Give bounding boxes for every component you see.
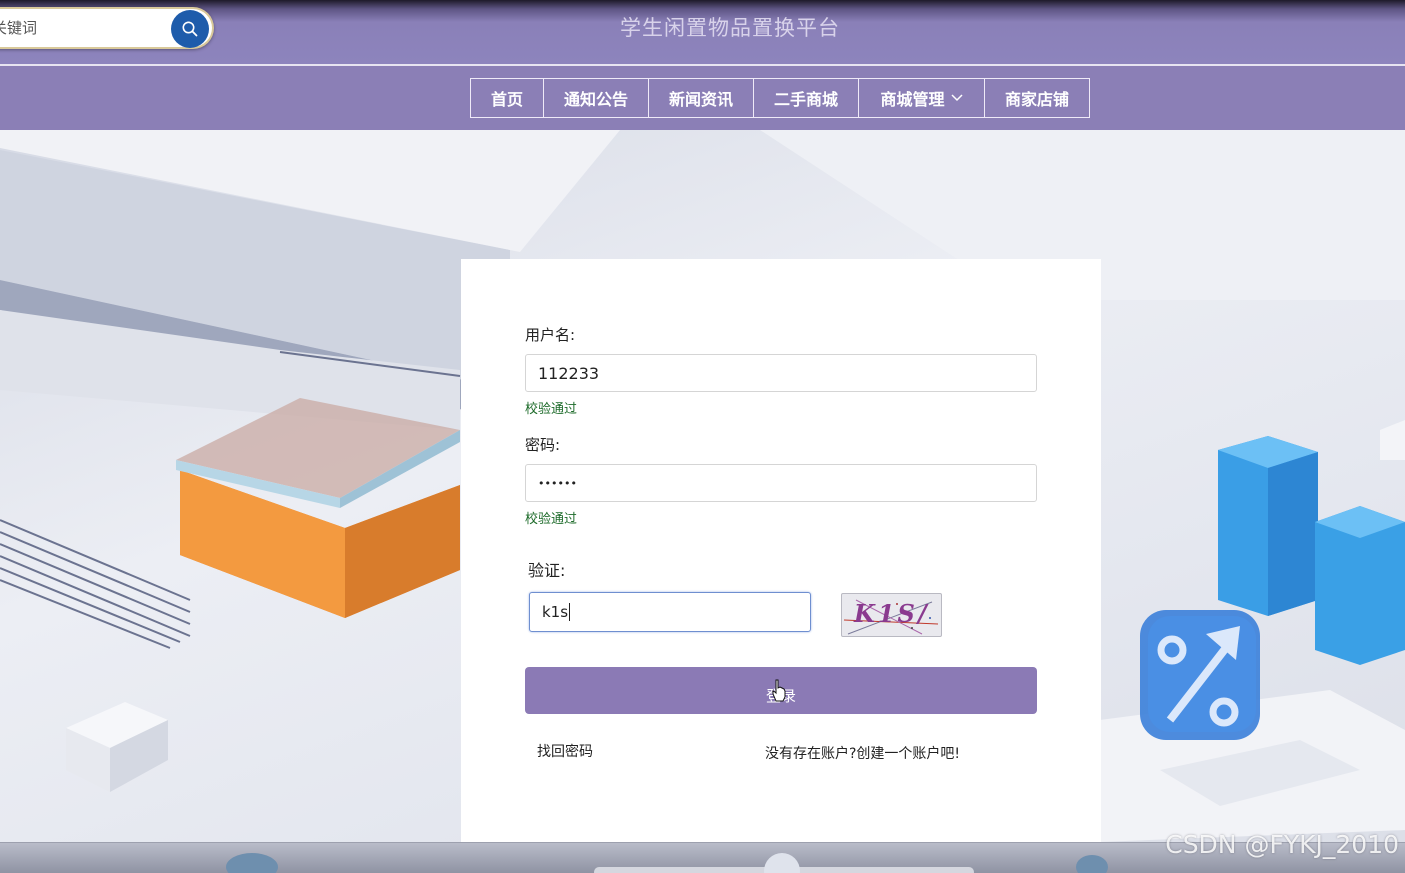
- nav-mall-management[interactable]: 商城管理: [858, 78, 985, 118]
- username-label: 用户名:: [525, 326, 576, 344]
- nav-secondhand-mall[interactable]: 二手商城: [753, 78, 859, 118]
- nav-secondhand-mall-label: 二手商城: [773, 90, 838, 109]
- password-label: 密码:: [525, 436, 561, 454]
- forgot-password-link[interactable]: 找回密码: [537, 741, 593, 761]
- captcha-image[interactable]: K1S/: [841, 593, 942, 637]
- chevron-down-icon: [950, 94, 963, 102]
- captcha-label: 验证:: [528, 561, 566, 580]
- login-card: 用户名: 112233 校验通过 密码: •••••• 校验通过 验证: k1s…: [461, 259, 1101, 859]
- username-value: 112233: [538, 363, 600, 383]
- register-link[interactable]: 没有存在账户?创建一个账户吧!: [765, 743, 960, 763]
- nav-home-label: 首页: [490, 90, 523, 109]
- nav-home[interactable]: 首页: [470, 78, 544, 118]
- username-input[interactable]: 112233: [525, 354, 1037, 392]
- captcha-input[interactable]: k1s: [529, 592, 811, 632]
- nav-merchant-shops-label: 商家店铺: [1004, 90, 1069, 109]
- nav-merchant-shops[interactable]: 商家店铺: [984, 78, 1090, 118]
- header-bar: 学生闲置物品置换平台: [0, 0, 1405, 66]
- captcha-text: K1S/: [854, 599, 930, 628]
- password-status: 校验通过: [525, 512, 578, 527]
- nav-news[interactable]: 新闻资讯: [648, 78, 754, 118]
- password-value: ••••••: [538, 476, 577, 490]
- main-nav: 首页 通知公告 新闻资讯 二手商城 商城管理 商家店铺: [470, 78, 1090, 118]
- nav-bar: 首页 通知公告 新闻资讯 二手商城 商城管理 商家店铺: [0, 66, 1405, 130]
- nav-mall-management-label: 商城管理: [880, 90, 945, 109]
- captcha-value: k1s: [542, 603, 569, 621]
- nav-news-label: 新闻资讯: [668, 90, 733, 109]
- username-status: 校验通过: [525, 402, 578, 417]
- site-title: 学生闲置物品置换平台: [620, 16, 840, 40]
- text-cursor: [569, 603, 571, 621]
- watermark: CSDN @FYKJ_2010: [1165, 830, 1399, 859]
- password-input[interactable]: ••••••: [525, 464, 1037, 502]
- nav-notices-label: 通知公告: [563, 90, 628, 109]
- nav-notices[interactable]: 通知公告: [543, 78, 649, 118]
- hand-cursor-icon: [772, 679, 786, 702]
